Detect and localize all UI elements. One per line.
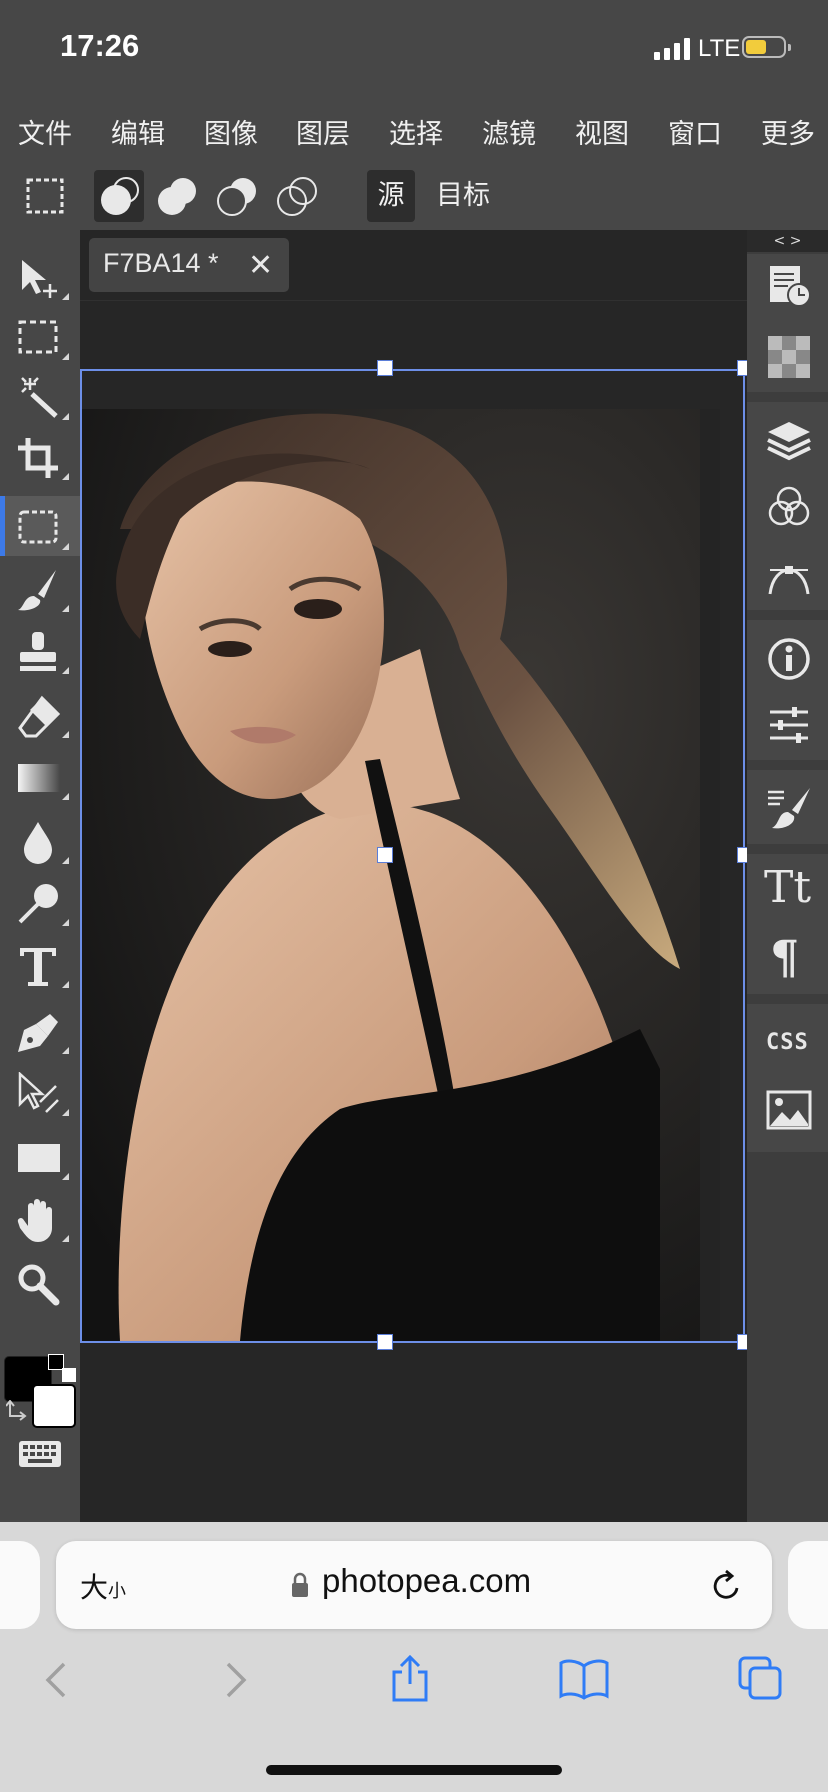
- drop-icon: [24, 822, 52, 864]
- menu-item[interactable]: 图层: [296, 112, 350, 151]
- layers-icon[interactable]: [766, 416, 812, 462]
- css-icon[interactable]: CSS: [766, 1030, 809, 1055]
- text-size-big: 大: [80, 1571, 109, 1604]
- transform-handle-center[interactable]: [377, 847, 393, 863]
- menu-item[interactable]: 窗口: [668, 112, 722, 151]
- status-time: 17:26: [60, 28, 140, 63]
- close-tab-icon[interactable]: ✕: [248, 248, 273, 283]
- selection-mode-new-button[interactable]: [94, 170, 144, 222]
- rectangle-icon: [18, 1144, 60, 1172]
- adjustments-icon[interactable]: [766, 702, 812, 748]
- patch-icon: [18, 510, 58, 544]
- text-size-button[interactable]: 大小: [80, 1566, 126, 1606]
- paths-icon[interactable]: [766, 552, 812, 598]
- previous-tab-preview[interactable]: [0, 1541, 40, 1629]
- back-icon[interactable]: [44, 1660, 68, 1700]
- signal-icon: [654, 38, 690, 60]
- hand-icon: [17, 1199, 52, 1242]
- keyboard-icon[interactable]: [18, 1440, 62, 1468]
- stamp-icon: [20, 632, 56, 671]
- marquee-tool[interactable]: [0, 306, 80, 366]
- paragraph-icon[interactable]: ¶: [770, 930, 799, 984]
- tool-bar: [0, 240, 80, 1522]
- move-arrow-icon: [22, 260, 57, 298]
- menu-item[interactable]: 文件: [18, 112, 72, 151]
- share-icon[interactable]: [388, 1654, 432, 1704]
- menu-item[interactable]: 图像: [204, 112, 258, 151]
- network-label: LTE: [698, 35, 741, 62]
- lock-icon: [292, 1572, 308, 1597]
- zoom-tool[interactable]: [0, 1252, 80, 1312]
- next-tab-preview[interactable]: [788, 1541, 828, 1629]
- document-tab-label: F7BA14 *: [103, 248, 219, 278]
- magnifier-icon: [18, 1264, 60, 1306]
- selection-bounding-box[interactable]: [80, 369, 745, 1343]
- hand-tool[interactable]: [0, 1188, 80, 1248]
- menu-item[interactable]: 编辑: [111, 112, 165, 151]
- reload-icon[interactable]: [710, 1568, 744, 1604]
- menu-item[interactable]: 更多: [761, 112, 815, 151]
- selection-mode-intersect-button[interactable]: [272, 170, 322, 222]
- magic-wand-icon: [21, 377, 58, 418]
- path-select-icon: [18, 1072, 59, 1113]
- home-indicator: [266, 1765, 562, 1775]
- source-button[interactable]: 源: [367, 170, 415, 222]
- selection-mode-subtract-button[interactable]: [212, 170, 262, 222]
- menu-bar: 文件 编辑 图像 图层 选择 滤镜 视图 窗口 更多: [0, 100, 828, 160]
- move-tool[interactable]: [0, 246, 80, 306]
- default-colors-white-icon: [62, 1368, 76, 1382]
- channels-icon[interactable]: [766, 484, 812, 530]
- patch-select-tool[interactable]: [0, 496, 80, 556]
- text-size-small: 小: [108, 1581, 127, 1602]
- rect-marquee-icon: [18, 320, 58, 354]
- menu-item[interactable]: 滤镜: [482, 112, 536, 151]
- tabs-icon[interactable]: [736, 1654, 784, 1702]
- gradient-tool[interactable]: [0, 746, 80, 806]
- pen-tool[interactable]: [0, 1000, 80, 1060]
- target-button[interactable]: 目标: [436, 170, 490, 222]
- forward-icon[interactable]: [224, 1660, 248, 1700]
- gradient-icon: [18, 764, 60, 792]
- blur-tool[interactable]: [0, 810, 80, 870]
- dodge-icon: [18, 884, 58, 924]
- brush-settings-icon[interactable]: [766, 784, 812, 830]
- brush-tool[interactable]: [0, 558, 80, 618]
- url-text: photopea.com: [322, 1562, 532, 1599]
- swap-colors-icon[interactable]: [6, 1400, 28, 1422]
- background-color-swatch[interactable]: [32, 1384, 76, 1428]
- stamp-tool[interactable]: [0, 620, 80, 680]
- brush-icon: [18, 570, 56, 611]
- menu-item[interactable]: 视图: [575, 112, 629, 151]
- circle-new-icon: [101, 177, 139, 215]
- selection-icon[interactable]: [24, 176, 66, 216]
- eraser-icon: [18, 695, 61, 738]
- dodge-tool[interactable]: [0, 872, 80, 932]
- pen-icon: [18, 1014, 58, 1052]
- shape-tool[interactable]: [0, 1126, 80, 1186]
- info-icon[interactable]: [766, 636, 812, 682]
- path-select-tool[interactable]: [0, 1062, 80, 1122]
- crop-icon: [18, 438, 58, 478]
- character-icon[interactable]: Tt: [764, 862, 811, 913]
- type-icon: [20, 948, 56, 986]
- type-tool[interactable]: [0, 934, 80, 994]
- selection-mode-add-button[interactable]: [152, 170, 202, 222]
- panel-collapse-toggle[interactable]: < >: [747, 230, 828, 252]
- magic-wand-tool[interactable]: [0, 366, 80, 426]
- crop-tool[interactable]: [0, 426, 80, 486]
- eraser-tool[interactable]: [0, 684, 80, 744]
- battery-icon: [742, 36, 791, 58]
- transform-handle-bottom[interactable]: [377, 1334, 393, 1350]
- history-icon[interactable]: [766, 262, 812, 308]
- bookmarks-icon[interactable]: [558, 1658, 610, 1700]
- image-icon[interactable]: [766, 1090, 812, 1130]
- transform-handle-top[interactable]: [377, 360, 393, 376]
- swatches-icon[interactable]: [766, 334, 812, 380]
- menu-item[interactable]: 选择: [389, 112, 443, 151]
